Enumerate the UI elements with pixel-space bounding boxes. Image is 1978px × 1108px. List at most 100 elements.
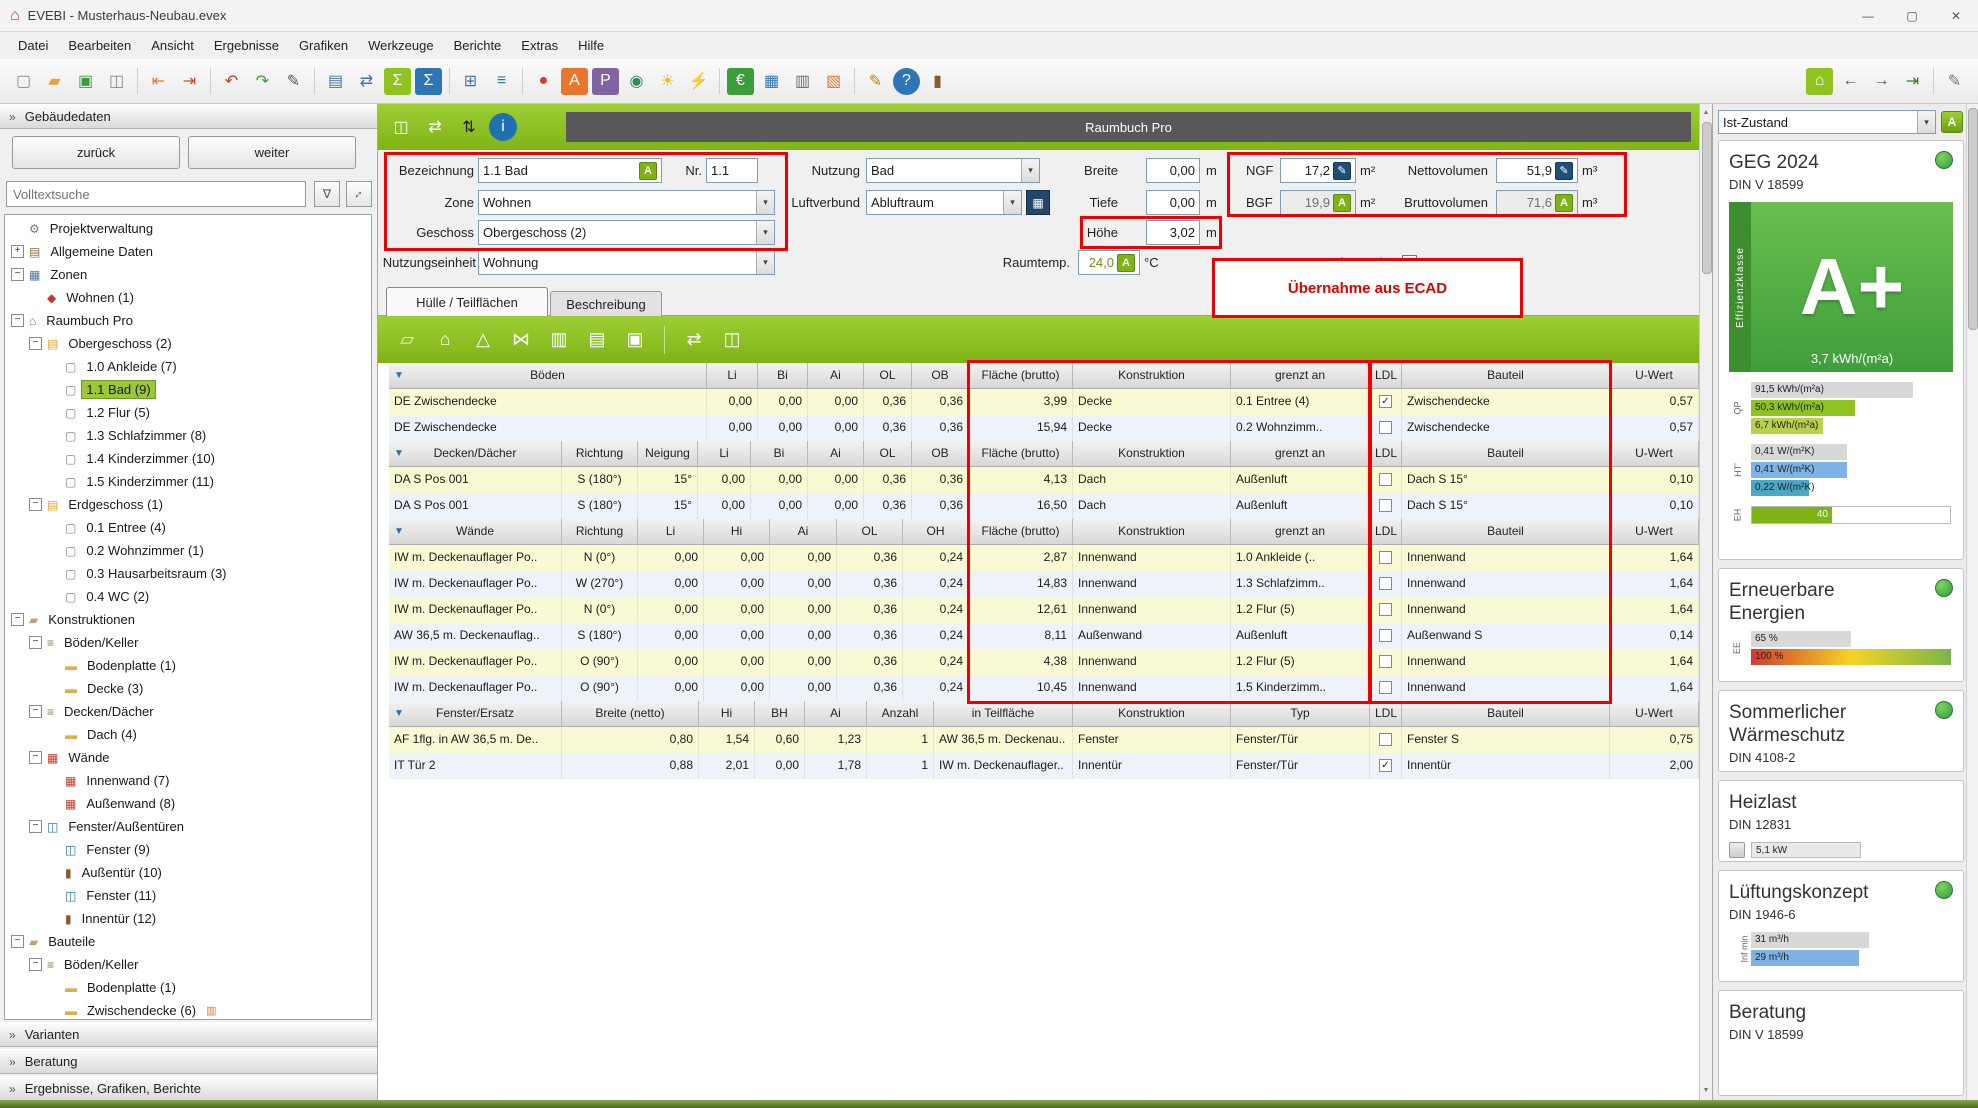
cell[interactable]: Dach bbox=[1073, 493, 1231, 519]
menu-item-datei[interactable]: Datei bbox=[8, 38, 58, 53]
column-header[interactable]: ▼Fenster/Ersatz bbox=[389, 701, 562, 727]
tree-item[interactable]: ▢0.3 Hausarbeitsraum (3) bbox=[5, 562, 371, 585]
cell[interactable]: 0,00 bbox=[808, 415, 864, 441]
panel-varianten[interactable]: » Varianten bbox=[0, 1022, 377, 1047]
sum-annual-icon[interactable]: Σ bbox=[415, 68, 442, 95]
column-header[interactable]: Ai bbox=[805, 701, 867, 727]
cell[interactable]: Innenwand bbox=[1073, 675, 1231, 701]
cell[interactable]: Außenwand bbox=[1073, 623, 1231, 649]
exit-icon[interactable]: ⇥ bbox=[1899, 68, 1926, 95]
cell[interactable] bbox=[1370, 597, 1402, 623]
cell[interactable]: 10,45 bbox=[969, 675, 1073, 701]
filter-button[interactable]: ∇ bbox=[314, 181, 340, 207]
back-button[interactable]: zurück bbox=[12, 136, 180, 169]
column-header[interactable]: Hi bbox=[704, 519, 770, 545]
cell[interactable]: 1,78 bbox=[805, 753, 867, 779]
cell[interactable]: 2,87 bbox=[969, 545, 1073, 571]
geschoss-select[interactable]: Obergeschoss (2) ▾ bbox=[478, 220, 775, 245]
cell[interactable]: Innenwand bbox=[1402, 545, 1610, 571]
cell[interactable]: 4,38 bbox=[969, 649, 1073, 675]
column-header[interactable]: Konstruktion bbox=[1073, 441, 1231, 467]
cell[interactable]: Innenwand bbox=[1073, 649, 1231, 675]
dropdown-arrow-icon[interactable]: ▾ bbox=[756, 251, 774, 274]
cell[interactable]: 0,00 bbox=[808, 493, 864, 519]
cell[interactable]: O (90°) bbox=[562, 649, 638, 675]
cell[interactable]: 8,11 bbox=[969, 623, 1073, 649]
menu-item-berichte[interactable]: Berichte bbox=[444, 38, 512, 53]
calculator-icon[interactable]: ▦ bbox=[758, 68, 785, 95]
nutzung-select[interactable]: Bad ▾ bbox=[866, 158, 1040, 183]
maximize-button[interactable]: ▢ bbox=[1890, 0, 1934, 31]
column-header[interactable]: Bauteil bbox=[1402, 363, 1610, 389]
table-row[interactable]: AW 36,5 m. Deckenauflag..S (180°)0,000,0… bbox=[389, 623, 1699, 649]
cell[interactable]: Innenwand bbox=[1402, 675, 1610, 701]
cell[interactable]: 0,00 bbox=[698, 467, 751, 493]
cell[interactable]: 0,36 bbox=[912, 415, 969, 441]
tree-item[interactable]: ▢1.4 Kinderzimmer (10) bbox=[5, 447, 371, 470]
cell[interactable]: 0,00 bbox=[704, 571, 770, 597]
cell[interactable]: 1,23 bbox=[805, 727, 867, 753]
menu-item-ansicht[interactable]: Ansicht bbox=[141, 38, 204, 53]
column-header[interactable]: Bauteil bbox=[1402, 701, 1610, 727]
dropdown-arrow-icon[interactable]: ▾ bbox=[1917, 111, 1935, 133]
cell[interactable]: 0,00 bbox=[704, 597, 770, 623]
cell[interactable] bbox=[1370, 727, 1402, 753]
cell[interactable] bbox=[1370, 493, 1402, 519]
cell[interactable]: S (180°) bbox=[562, 493, 638, 519]
cell[interactable]: IW m. Deckenauflager Po.. bbox=[389, 545, 562, 571]
ldl-checkbox[interactable]: ✓ bbox=[1379, 759, 1392, 772]
column-header[interactable]: Typ bbox=[1231, 701, 1370, 727]
luftverbund-select[interactable]: Abluftraum ▾ bbox=[866, 190, 1022, 215]
column-header[interactable]: Ai bbox=[808, 441, 864, 467]
cell[interactable]: Innentür bbox=[1402, 753, 1610, 779]
cell[interactable]: 0,10 bbox=[1610, 493, 1699, 519]
tree-item[interactable]: ⚙Projektverwaltung bbox=[5, 217, 371, 240]
collapse-icon[interactable]: − bbox=[29, 751, 42, 764]
column-header[interactable]: ▼Wände bbox=[389, 519, 562, 545]
tree-item[interactable]: −▤Obergeschoss (2) bbox=[5, 332, 371, 355]
column-header[interactable]: Breite (netto) bbox=[562, 701, 699, 727]
report-icon[interactable]: ▧ bbox=[820, 68, 847, 95]
cell[interactable]: AF 1flg. in AW 36,5 m. De.. bbox=[389, 727, 562, 753]
cell[interactable]: IT Tür 2 bbox=[389, 753, 562, 779]
tab-huelle-teilflaechen[interactable]: Hülle / Teilflächen bbox=[386, 287, 548, 316]
table-row[interactable]: DE Zwischendecke0,000,000,000,360,363,99… bbox=[389, 389, 1699, 415]
cell[interactable]: IW m. Deckenauflager Po.. bbox=[389, 571, 562, 597]
cell[interactable]: 0,36 bbox=[912, 493, 969, 519]
table-row[interactable]: AF 1flg. in AW 36,5 m. De..0,801,540,601… bbox=[389, 727, 1699, 753]
menu-item-grafiken[interactable]: Grafiken bbox=[289, 38, 358, 53]
column-header[interactable]: Fläche (brutto) bbox=[969, 519, 1073, 545]
cell[interactable]: 0,00 bbox=[770, 571, 837, 597]
cell[interactable]: Decke bbox=[1073, 389, 1231, 415]
tree-item[interactable]: ▮Außentür (10) bbox=[5, 861, 371, 884]
menu-item-hilfe[interactable]: Hilfe bbox=[568, 38, 614, 53]
takeover-icon[interactable]: ⇅ bbox=[455, 113, 483, 141]
edit-values-icon[interactable]: ✎ bbox=[280, 68, 307, 95]
search-input[interactable] bbox=[6, 181, 306, 207]
scrollbar-thumb[interactable] bbox=[1702, 122, 1712, 274]
ldl-checkbox[interactable] bbox=[1379, 577, 1392, 590]
column-header[interactable]: OL bbox=[864, 363, 912, 389]
cell[interactable]: 0,00 bbox=[755, 753, 805, 779]
tree-item[interactable]: ◫Fenster (11) bbox=[5, 884, 371, 907]
column-header[interactable]: OB bbox=[912, 363, 969, 389]
cell[interactable]: 0,00 bbox=[638, 675, 704, 701]
table-row[interactable]: IW m. Deckenauflager Po..O (90°)0,000,00… bbox=[389, 675, 1699, 701]
cell[interactable]: AW 36,5 m. Deckenauflag.. bbox=[389, 623, 562, 649]
column-header[interactable]: U-Wert bbox=[1610, 519, 1699, 545]
cell[interactable]: 0,60 bbox=[755, 727, 805, 753]
column-header[interactable]: U-Wert bbox=[1610, 701, 1699, 727]
column-header[interactable]: Ai bbox=[770, 519, 837, 545]
column-header[interactable]: LDL bbox=[1370, 441, 1402, 467]
column-header[interactable]: ▼Böden bbox=[389, 363, 707, 389]
cell[interactable]: 0.2 Wohnzimm.. bbox=[1231, 415, 1370, 441]
cell[interactable]: Fenster bbox=[1073, 727, 1231, 753]
cell[interactable]: 0,57 bbox=[1610, 389, 1699, 415]
roof-icon[interactable]: △ bbox=[468, 325, 498, 355]
table-row[interactable]: IW m. Deckenauflager Po..N (0°)0,000,000… bbox=[389, 597, 1699, 623]
collapse-icon[interactable]: − bbox=[11, 314, 24, 327]
open-folder-icon[interactable]: ▰ bbox=[41, 68, 68, 95]
column-header[interactable]: Ai bbox=[808, 363, 864, 389]
cell[interactable]: Dach S 15° bbox=[1402, 467, 1610, 493]
cell[interactable]: ✓ bbox=[1370, 753, 1402, 779]
